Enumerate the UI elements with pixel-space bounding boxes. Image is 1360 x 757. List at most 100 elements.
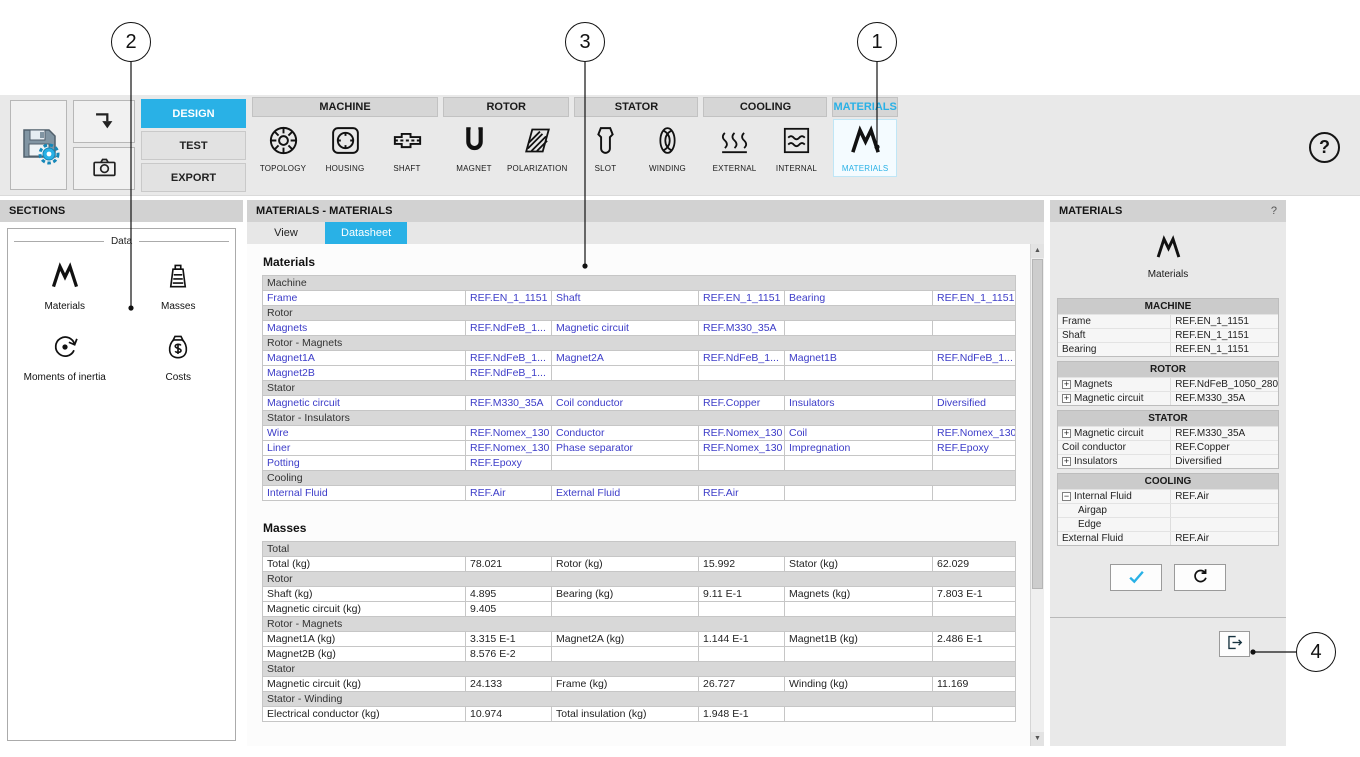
reset-button[interactable]: [1174, 564, 1226, 591]
scroll-up-button[interactable]: ▲: [1031, 244, 1044, 258]
rp-row-value[interactable]: REF.EN_1_1151: [1170, 343, 1278, 356]
cell-value[interactable]: REF.NdFeB_1...: [466, 366, 552, 381]
toolbar-item-winding[interactable]: WINDING: [636, 120, 698, 176]
scrollbar-thumb[interactable]: [1032, 259, 1043, 589]
rp-row-value[interactable]: REF.EN_1_1151: [1170, 329, 1278, 342]
save-button[interactable]: [10, 100, 67, 190]
toolbar-item-topology[interactable]: TOPOLOGY: [252, 120, 314, 176]
rp-row-value[interactable]: REF.Air: [1170, 490, 1278, 503]
cell-label[interactable]: Bearing: [785, 291, 933, 306]
cell-label[interactable]: Phase separator: [552, 441, 699, 456]
cell-label[interactable]: Insulators: [785, 396, 933, 411]
tab-datasheet[interactable]: Datasheet: [325, 222, 407, 244]
external-cooling-icon: [718, 124, 751, 162]
help-button[interactable]: ?: [1309, 132, 1340, 163]
toolbar-item-materials[interactable]: MATERIALS: [834, 120, 896, 176]
cell-value[interactable]: REF.M330_35A: [466, 396, 552, 411]
sidebar-item-materials[interactable]: Materials: [8, 261, 122, 312]
rp-row-value[interactable]: Diversified: [1170, 455, 1278, 468]
cell-value[interactable]: REF.NdFeB_1...: [466, 321, 552, 336]
cell-label[interactable]: Wire: [263, 426, 466, 441]
cell-label[interactable]: Conductor: [552, 426, 699, 441]
materials-icon: [1057, 234, 1279, 266]
apply-button[interactable]: [1110, 564, 1162, 591]
mode-tab-test[interactable]: TEST: [141, 131, 246, 160]
mode-tab-design[interactable]: DESIGN: [141, 99, 246, 128]
toolbar-item-external[interactable]: EXTERNAL: [703, 120, 765, 176]
cell-value[interactable]: REF.NdFeB_1...: [699, 351, 785, 366]
expand-icon[interactable]: +: [1062, 429, 1071, 438]
cell-label[interactable]: Magnet1B: [785, 351, 933, 366]
scroll-down-button[interactable]: ▼: [1031, 732, 1044, 746]
cell-label[interactable]: Coil: [785, 426, 933, 441]
cell-value[interactable]: REF.M330_35A: [699, 321, 785, 336]
cell-label[interactable]: Shaft: [552, 291, 699, 306]
vertical-scrollbar[interactable]: ▲ ▼: [1030, 244, 1044, 746]
cell-value[interactable]: REF.Nomex_130: [699, 441, 785, 456]
expand-icon[interactable]: +: [1062, 394, 1071, 403]
import-button[interactable]: [73, 100, 135, 143]
toolbar-item-magnet[interactable]: MAGNET: [443, 120, 505, 176]
cell-label[interactable]: Magnet2A: [552, 351, 699, 366]
export-button[interactable]: [1219, 631, 1250, 657]
screenshot-button[interactable]: [73, 147, 135, 190]
right-panel-help-button[interactable]: ?: [1271, 200, 1277, 222]
right-panel-header: MATERIALS ?: [1050, 200, 1286, 222]
cell-value[interactable]: REF.NdFeB_1...: [466, 351, 552, 366]
cell-label[interactable]: Magnet2B: [263, 366, 466, 381]
toolbar-item-slot[interactable]: SLOT: [574, 120, 636, 176]
toolbar-item-internal[interactable]: INTERNAL: [765, 120, 827, 176]
cell-label[interactable]: Magnets: [263, 321, 466, 336]
cell-value[interactable]: REF.NdFeB_1...: [933, 351, 1016, 366]
cell-value[interactable]: REF.Epoxy: [933, 441, 1016, 456]
cell-label: Total (kg): [263, 557, 466, 572]
cell-value[interactable]: REF.Air: [466, 486, 552, 501]
cell-label[interactable]: External Fluid: [552, 486, 699, 501]
cell-value[interactable]: REF.Copper: [699, 396, 785, 411]
cell-value[interactable]: REF.EN_1_1151: [699, 291, 785, 306]
rp-row-value[interactable]: REF.Air: [1170, 532, 1278, 545]
cell-label[interactable]: Impregnation: [785, 441, 933, 456]
rp-row-value[interactable]: REF.M330_35A: [1170, 392, 1278, 405]
sidebar-item-label: Materials: [44, 301, 85, 312]
sidebar-item-masses[interactable]: Masses: [122, 261, 236, 312]
cell-label[interactable]: Magnetic circuit: [552, 321, 699, 336]
toolbar-item-shaft[interactable]: SHAFT: [376, 120, 438, 176]
tab-view[interactable]: View: [247, 222, 325, 244]
data-groupbox: Data MaterialsMassesMoments of inertiaCo…: [7, 228, 236, 741]
cell-label[interactable]: Coil conductor: [552, 396, 699, 411]
table-section-row: Rotor - Magnets: [263, 336, 1016, 351]
collapse-icon[interactable]: −: [1062, 492, 1071, 501]
materials-tree: MACHINEFrameREF.EN_1_1151ShaftREF.EN_1_1…: [1057, 298, 1279, 546]
cell-label[interactable]: Internal Fluid: [263, 486, 466, 501]
cell-label[interactable]: Frame: [263, 291, 466, 306]
cell-label[interactable]: Potting: [263, 456, 466, 471]
housing-icon: [329, 124, 362, 162]
cell-value[interactable]: REF.Epoxy: [466, 456, 552, 471]
table-data-row: Electrical conductor (kg)10.974Total ins…: [263, 707, 1016, 722]
rp-row-value[interactable]: REF.EN_1_1151: [1170, 315, 1278, 328]
cell-value[interactable]: REF.Nomex_130: [699, 426, 785, 441]
callout-2: 2: [111, 22, 151, 62]
cell-label[interactable]: Magnetic circuit: [263, 396, 466, 411]
toolbar-item-polarization[interactable]: POLARIZATION: [505, 120, 569, 176]
rp-row-value[interactable]: REF.Copper: [1170, 441, 1278, 454]
expand-icon[interactable]: +: [1062, 457, 1071, 466]
table-data-row: Magnetic circuit (kg)24.133Frame (kg)26.…: [263, 677, 1016, 692]
sidebar-item-moments-of-inertia[interactable]: Moments of inertia: [8, 332, 122, 383]
toolbar-item-housing[interactable]: HOUSING: [314, 120, 376, 176]
mode-tab-export[interactable]: EXPORT: [141, 163, 246, 192]
sidebar-item-costs[interactable]: Costs: [122, 332, 236, 383]
cell-label[interactable]: Liner: [263, 441, 466, 456]
cell-value[interactable]: REF.Nomex_130: [466, 426, 552, 441]
rp-row-value[interactable]: REF.NdFeB_1050_2800: [1170, 378, 1278, 391]
cell-value[interactable]: REF.EN_1_1151: [933, 291, 1016, 306]
rp-row-value[interactable]: REF.M330_35A: [1170, 427, 1278, 440]
cell-value[interactable]: REF.EN_1_1151: [466, 291, 552, 306]
cell-value[interactable]: REF.Nomex_130: [466, 441, 552, 456]
expand-icon[interactable]: +: [1062, 380, 1071, 389]
cell-value[interactable]: REF.Air: [699, 486, 785, 501]
cell-value[interactable]: Diversified: [933, 396, 1016, 411]
cell-label[interactable]: Magnet1A: [263, 351, 466, 366]
cell-value[interactable]: REF.Nomex_130: [933, 426, 1016, 441]
